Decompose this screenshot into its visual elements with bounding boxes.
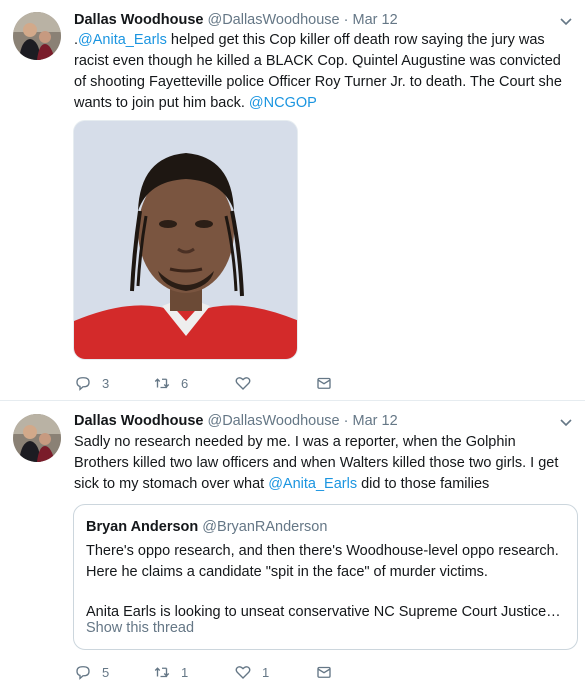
quoted-tweet-text: There's oppo research, and then there's … <box>86 541 566 623</box>
like-button[interactable] <box>234 374 262 392</box>
envelope-icon <box>317 666 331 678</box>
heart-icon <box>235 377 251 390</box>
reply-icon <box>76 666 90 680</box>
tweet-text: .@Anita_Earls helped get this Cop killer… <box>74 30 574 114</box>
direct-message-button[interactable] <box>315 374 333 392</box>
retweet-icon <box>154 378 170 389</box>
tweet-actions: 3 6 <box>74 374 374 394</box>
tweet-date[interactable]: Mar 12 <box>353 12 398 28</box>
tweet-date[interactable]: Mar 12 <box>353 413 398 429</box>
tweet[interactable]: Dallas Woodhouse @DallasWoodhouse · Mar … <box>0 0 585 401</box>
reply-count: 3 <box>102 375 110 391</box>
like-button[interactable]: 1 <box>234 663 269 681</box>
retweet-button[interactable]: 6 <box>153 374 188 392</box>
mention-link[interactable]: @Anita_Earls <box>78 32 167 48</box>
reply-button[interactable]: 3 <box>74 374 109 392</box>
mention-link[interactable]: @NCGOP <box>249 95 317 111</box>
show-thread-link[interactable]: Show this thread <box>86 620 194 636</box>
reply-button[interactable]: 5 <box>74 663 109 681</box>
quoted-author-handle: @BryanRAnderson <box>202 519 328 535</box>
author-handle[interactable]: @DallasWoodhouse <box>207 413 339 429</box>
tweet-actions: 5 1 1 <box>74 663 374 683</box>
avatar[interactable] <box>13 414 61 462</box>
tweet-header: Dallas Woodhouse @DallasWoodhouse · Mar … <box>74 413 398 429</box>
tweet-photo[interactable] <box>73 120 298 360</box>
chevron-down-icon[interactable] <box>559 416 573 430</box>
author-handle[interactable]: @DallasWoodhouse <box>207 12 339 28</box>
quoted-tweet[interactable]: Bryan Anderson @BryanRAnderson There's o… <box>73 504 578 650</box>
retweet-button[interactable]: 1 <box>153 663 188 681</box>
avatar[interactable] <box>13 12 61 60</box>
separator: · <box>343 12 349 28</box>
quoted-author-name: Bryan Anderson <box>86 519 199 535</box>
author-name[interactable]: Dallas Woodhouse <box>74 413 203 429</box>
author-name[interactable]: Dallas Woodhouse <box>74 12 203 28</box>
heart-icon <box>235 666 251 679</box>
reply-icon <box>76 377 90 391</box>
chevron-down-icon[interactable] <box>559 15 573 29</box>
direct-message-button[interactable] <box>315 663 333 681</box>
quoted-tweet-header: Bryan Anderson @BryanRAnderson <box>86 519 327 535</box>
retweet-count: 6 <box>181 375 189 391</box>
like-count: 1 <box>262 664 270 680</box>
mention-link[interactable]: @Anita_Earls <box>268 476 357 492</box>
text-segment: did to those families <box>357 476 490 492</box>
tweet[interactable]: Dallas Woodhouse @DallasWoodhouse · Mar … <box>0 401 585 689</box>
quoted-text-paragraph: There's oppo research, and then there's … <box>86 543 559 580</box>
envelope-icon <box>317 377 331 389</box>
tweet-header: Dallas Woodhouse @DallasWoodhouse · Mar … <box>74 12 398 28</box>
retweet-count: 1 <box>181 664 189 680</box>
separator: · <box>343 413 349 429</box>
reply-count: 5 <box>102 664 110 680</box>
tweet-text: Sadly no research needed by me. I was a … <box>74 432 574 495</box>
retweet-icon <box>154 667 170 678</box>
